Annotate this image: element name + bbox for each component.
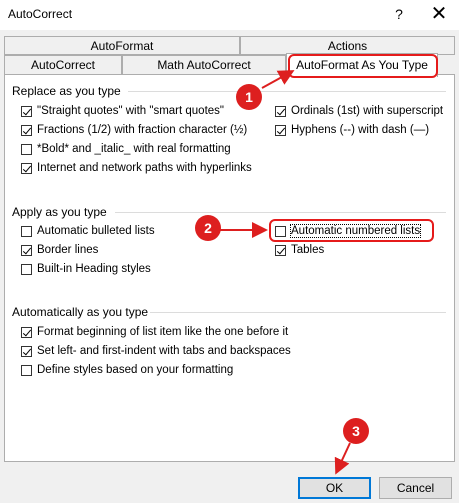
step-marker-1: 1 [236,84,262,110]
step-marker-3: 3 [343,418,369,444]
step-marker-2: 2 [195,215,221,241]
annotation-arrows [220,70,351,475]
arrow-1-icon [261,70,295,89]
arrow-3-icon [334,442,351,475]
